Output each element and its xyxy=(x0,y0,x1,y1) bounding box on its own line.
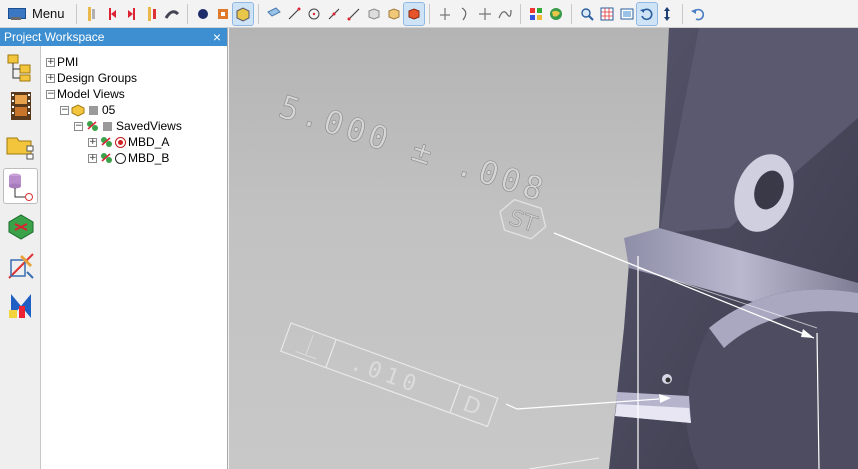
mark-left-icon[interactable] xyxy=(102,3,122,25)
line-icon[interactable] xyxy=(284,3,304,25)
shaded-part-icon[interactable] xyxy=(231,1,254,26)
dimension-text: 5.000 ± .008 xyxy=(275,87,552,209)
cross-axis-icon[interactable] xyxy=(475,3,495,25)
project-workspace-panel: Project Workspace × + PMI + Design Group… xyxy=(0,28,228,469)
active-view-radio[interactable] xyxy=(115,136,126,148)
mirror-icon[interactable] xyxy=(3,288,38,324)
project-tree-icon[interactable] xyxy=(3,50,38,86)
tree-label: Design Groups xyxy=(57,71,138,85)
fcf-divider-2 xyxy=(449,384,461,413)
tree-node-view-05[interactable]: − 05 xyxy=(60,102,115,118)
sketch-icon[interactable] xyxy=(264,3,284,25)
part-icon[interactable] xyxy=(213,3,233,25)
grid-icon[interactable] xyxy=(597,3,617,25)
solid-cube-icon[interactable] xyxy=(402,1,425,26)
menu-icon xyxy=(8,7,26,21)
collapse-icon[interactable]: − xyxy=(46,89,55,99)
inactive-view-radio[interactable] xyxy=(115,152,126,164)
model-canvas[interactable]: 5.000 ± .008 ST ⏊ .010 D xyxy=(229,28,858,469)
toolbar-separator xyxy=(75,3,77,24)
menu-label: Menu xyxy=(32,6,65,21)
curve-icon[interactable] xyxy=(455,3,475,25)
fcf-divider-1 xyxy=(325,339,337,368)
axis-icon[interactable] xyxy=(435,3,455,25)
diagonal-line-icon[interactable] xyxy=(324,3,344,25)
tree-label: MBD_A xyxy=(128,135,170,149)
panel-title-bar: Project Workspace × xyxy=(0,28,227,46)
undo-icon[interactable] xyxy=(688,3,708,25)
sphere-icon[interactable] xyxy=(193,3,213,25)
flag-text: ST xyxy=(506,206,540,238)
wireframe-icon[interactable] xyxy=(82,3,102,25)
film-strip-icon[interactable] xyxy=(3,88,38,124)
app-window: Menu Project Workspace × + PMI + Design … xyxy=(0,0,858,469)
box-icon[interactable] xyxy=(364,3,384,25)
drafting-icon[interactable] xyxy=(3,248,38,284)
tree-node-design-groups[interactable]: + Design Groups xyxy=(46,70,137,86)
spline-icon[interactable] xyxy=(495,3,515,25)
database-icon[interactable] xyxy=(3,168,38,204)
tree-label: PMI xyxy=(57,55,79,69)
tree-label: 05 xyxy=(102,103,116,117)
workspace-icon-bar xyxy=(0,46,41,469)
part-node-icon xyxy=(71,104,85,117)
feature-control-frame[interactable]: ⏊ .010 D xyxy=(279,322,499,428)
fcf-datum: D xyxy=(460,392,484,421)
main-toolbar: Menu xyxy=(0,0,858,28)
tree-node-pmi[interactable]: + PMI xyxy=(46,54,78,70)
expand-icon[interactable]: + xyxy=(46,73,55,83)
dimension-annotation[interactable]: 5.000 ± .008 xyxy=(274,87,552,210)
pan-vertical-icon[interactable] xyxy=(657,3,677,25)
circle-icon[interactable] xyxy=(304,3,324,25)
mark-both-icon[interactable] xyxy=(142,3,162,25)
view-group-icon xyxy=(101,137,112,147)
panel-title: Project Workspace xyxy=(4,30,105,44)
expand-icon[interactable]: + xyxy=(88,137,97,147)
part-small-hole-inner xyxy=(665,377,671,383)
view-icon[interactable] xyxy=(617,3,637,25)
rotate-icon[interactable] xyxy=(635,1,658,26)
assembly-icon[interactable] xyxy=(3,208,38,244)
tree-label: MBD_B xyxy=(128,151,170,165)
close-icon[interactable]: × xyxy=(213,30,221,44)
mark-right-icon[interactable] xyxy=(122,3,142,25)
view-group-icon xyxy=(87,121,98,131)
globe-icon[interactable] xyxy=(546,3,566,25)
tree-node-mbd-a[interactable]: + MBD_A xyxy=(88,134,169,150)
folder-structure-icon[interactable] xyxy=(3,128,38,164)
tree-label: SavedViews xyxy=(116,119,182,133)
collapse-icon[interactable]: − xyxy=(60,105,69,115)
layer-square-icon xyxy=(89,105,98,115)
tree-node-saved-views[interactable]: − SavedViews xyxy=(74,118,182,134)
expand-icon[interactable]: + xyxy=(46,57,55,67)
3d-viewport[interactable]: 5.000 ± .008 ST ⏊ .010 D xyxy=(229,28,858,469)
expand-icon[interactable]: + xyxy=(88,153,97,163)
layer-square-icon xyxy=(103,121,112,131)
tree-label: Model Views xyxy=(57,87,125,101)
menu-button[interactable]: Menu xyxy=(6,3,71,25)
view-group-icon xyxy=(101,153,112,163)
collapse-icon[interactable]: − xyxy=(74,121,83,131)
cube-icon[interactable] xyxy=(384,3,404,25)
dim-line-bottom xyxy=(528,457,600,469)
palette-icon[interactable] xyxy=(526,3,546,25)
diagonal-line-2-icon[interactable] xyxy=(344,3,364,25)
tree-node-mbd-b[interactable]: + MBD_B xyxy=(88,150,169,166)
tree-node-model-views[interactable]: − Model Views xyxy=(46,86,125,102)
pen-icon[interactable] xyxy=(162,3,182,25)
zoom-icon[interactable] xyxy=(577,3,597,25)
